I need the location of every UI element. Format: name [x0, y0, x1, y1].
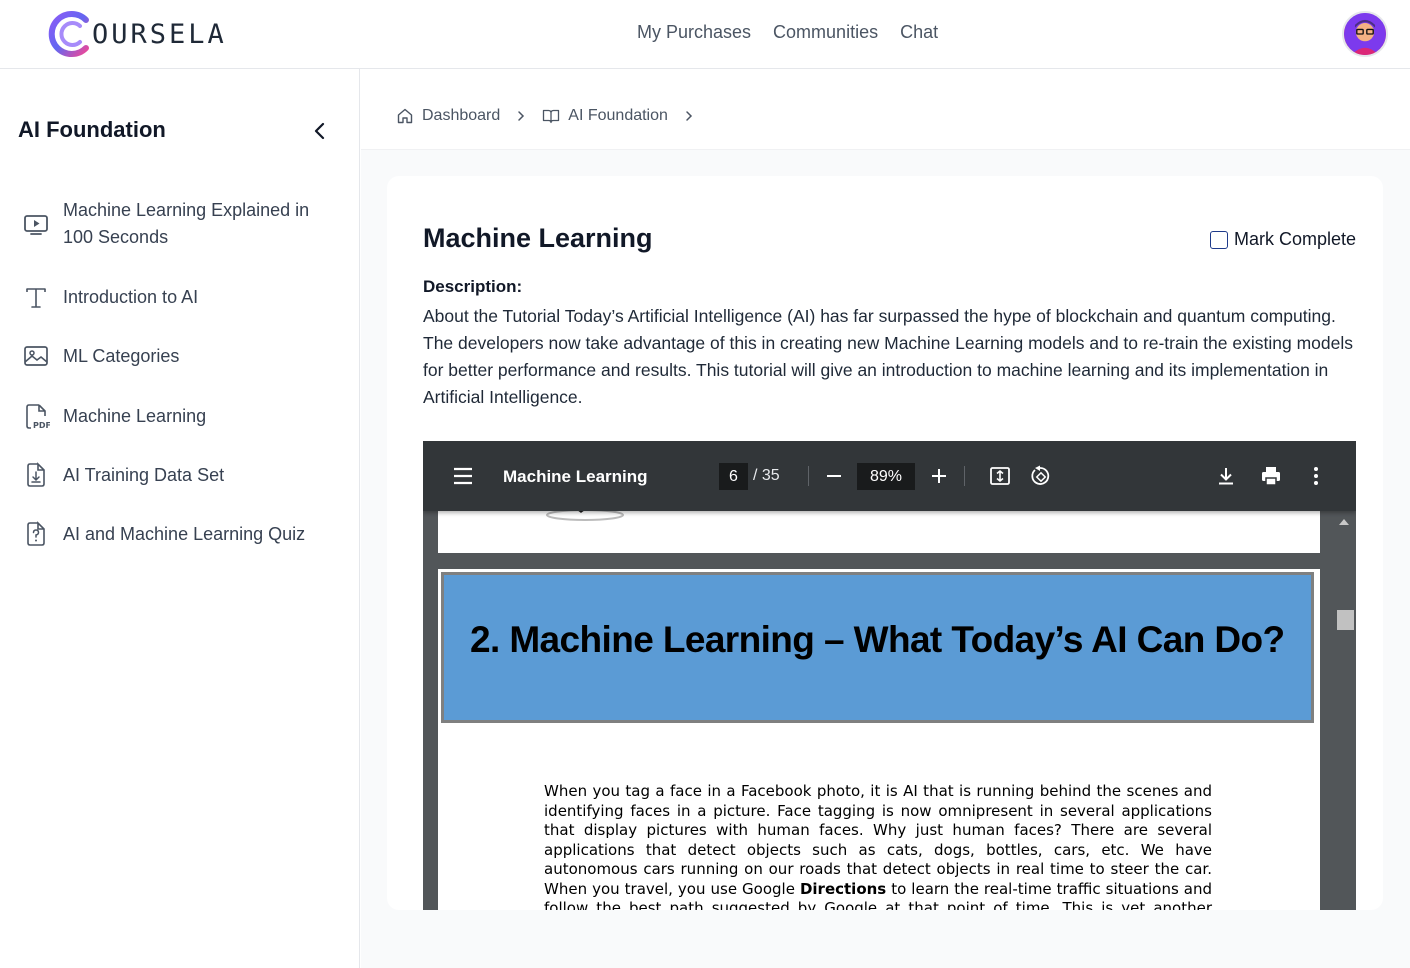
- pdf-viewer[interactable]: Machine Learning 6 / 35 89% 2. Machine L…: [423, 441, 1356, 910]
- svg-text:PDF: PDF: [33, 421, 50, 430]
- rotate-icon: [1031, 465, 1050, 485]
- scrollbar-thumb[interactable]: [1337, 610, 1354, 630]
- collapse-sidebar-button[interactable]: [308, 119, 332, 143]
- more-options-button[interactable]: [1305, 465, 1327, 487]
- book-icon: [543, 109, 560, 124]
- chevron-right-icon: [686, 111, 692, 121]
- mark-complete-checkbox[interactable]: Mark Complete: [1209, 229, 1356, 250]
- avatar-illustration-icon: [1344, 13, 1386, 55]
- page-number-input[interactable]: 6: [719, 463, 748, 490]
- main-nav: My Purchases Communities Chat: [637, 22, 938, 43]
- text-icon: [22, 283, 50, 311]
- lesson-label: Introduction to AI: [63, 286, 199, 307]
- print-icon: [1262, 467, 1280, 486]
- mark-complete-label: Mark Complete: [1233, 229, 1356, 249]
- logo[interactable]: OURSELA: [46, 10, 227, 58]
- lesson-description: About the Tutorial Today’s Artificial In…: [423, 306, 1353, 407]
- pdf-heading-banner: 2. Machine Learning – What Today’s AI Ca…: [441, 572, 1314, 723]
- zoom-in-button[interactable]: [928, 465, 950, 487]
- pdf-heading: 2. Machine Learning – What Today’s AI Ca…: [470, 619, 1285, 660]
- more-vertical-icon: [1314, 467, 1318, 485]
- description-label: Description:: [423, 277, 523, 296]
- pdf-body-bold-text: Directions: [799, 879, 887, 898]
- brand-name: OURSELA: [92, 18, 227, 50]
- lesson-item[interactable]: AI Training Data Set: [22, 461, 342, 489]
- lesson-label: AI Training Data Set: [63, 464, 225, 485]
- logo-c-icon: [48, 11, 89, 57]
- breadcrumb-course[interactable]: AI Foundation: [542, 107, 668, 125]
- print-button[interactable]: [1260, 465, 1282, 487]
- lesson-item[interactable]: AI and Machine Learning Quiz: [22, 520, 342, 548]
- breadcrumb-dashboard[interactable]: Dashboard: [396, 107, 500, 125]
- lesson-item[interactable]: ML Categories: [22, 342, 342, 370]
- toolbar-divider: [964, 466, 965, 486]
- lesson-list: Machine Learning Explained in 100 Second…: [22, 197, 342, 571]
- download-button[interactable]: [1215, 465, 1237, 487]
- download-icon: [1219, 468, 1233, 485]
- pdf-title: Machine Learning: [503, 467, 648, 486]
- lesson-title: Machine Learning: [423, 223, 653, 253]
- toolbar-divider: [808, 466, 809, 486]
- pdf-body-text: When you tag a face in a Facebook photo,…: [544, 782, 1212, 910]
- breadcrumb-bar: Dashboard AI Foundation: [361, 69, 1410, 150]
- checkbox-box[interactable]: [1209, 230, 1228, 249]
- breadcrumb-dashboard-label: Dashboard: [422, 107, 501, 124]
- fit-page-button[interactable]: [989, 465, 1011, 487]
- home-icon: [397, 108, 413, 124]
- lesson-item[interactable]: PDF Machine Learning: [22, 402, 342, 430]
- lesson-card: Machine Learning Mark Complete Descripti…: [387, 176, 1383, 910]
- main-content: Dashboard AI Foundation Machine Learning…: [361, 69, 1410, 968]
- nav-communities[interactable]: Communities: [773, 22, 878, 43]
- chevron-left-icon: [314, 122, 325, 140]
- lesson-label: Machine Learning Explained in 100 Second…: [63, 200, 310, 247]
- rotate-button[interactable]: [1029, 465, 1051, 487]
- chevron-right-icon: [518, 111, 525, 121]
- lesson-label: AI and Machine Learning Quiz: [63, 523, 306, 544]
- pdf-icon: PDF: [22, 402, 51, 430]
- pdf-page-current: 2. Machine Learning – What Today’s AI Ca…: [438, 569, 1320, 910]
- scroll-up-arrow-icon[interactable]: [1339, 519, 1349, 525]
- breadcrumb: Dashboard AI Foundation: [396, 107, 710, 125]
- nav-chat[interactable]: Chat: [900, 22, 938, 43]
- page-total: / 35: [753, 467, 780, 484]
- zoom-level-input[interactable]: 89%: [857, 463, 915, 490]
- fit-to-page-icon: [990, 467, 1010, 485]
- plus-icon: [932, 469, 946, 483]
- breadcrumb-course-label: AI Foundation: [568, 107, 668, 124]
- course-title: AI Foundation: [18, 117, 166, 142]
- nav-my-purchases[interactable]: My Purchases: [637, 22, 751, 43]
- lesson-label: Machine Learning: [63, 405, 207, 426]
- lesson-item[interactable]: Machine Learning Explained in 100 Second…: [22, 197, 342, 251]
- lesson-label: ML Categories: [63, 345, 180, 366]
- avatar[interactable]: [1342, 11, 1388, 57]
- pdf-toolbar: Machine Learning 6 / 35 89%: [423, 441, 1356, 511]
- top-navbar: OURSELA My Purchases Communities Chat: [0, 0, 1410, 69]
- hamburger-icon: [454, 467, 472, 485]
- pdf-menu-button[interactable]: [452, 466, 474, 486]
- image-icon: [22, 342, 50, 370]
- minus-icon: [827, 475, 841, 477]
- download-file-icon: [22, 461, 50, 489]
- course-sidebar: AI Foundation Machine Learning Explained…: [0, 69, 360, 968]
- lesson-item[interactable]: Introduction to AI: [22, 283, 342, 311]
- quiz-icon: [22, 520, 50, 548]
- video-icon: [22, 210, 50, 238]
- pdf-scrollbar[interactable]: [1335, 511, 1356, 910]
- zoom-out-button[interactable]: [823, 465, 845, 487]
